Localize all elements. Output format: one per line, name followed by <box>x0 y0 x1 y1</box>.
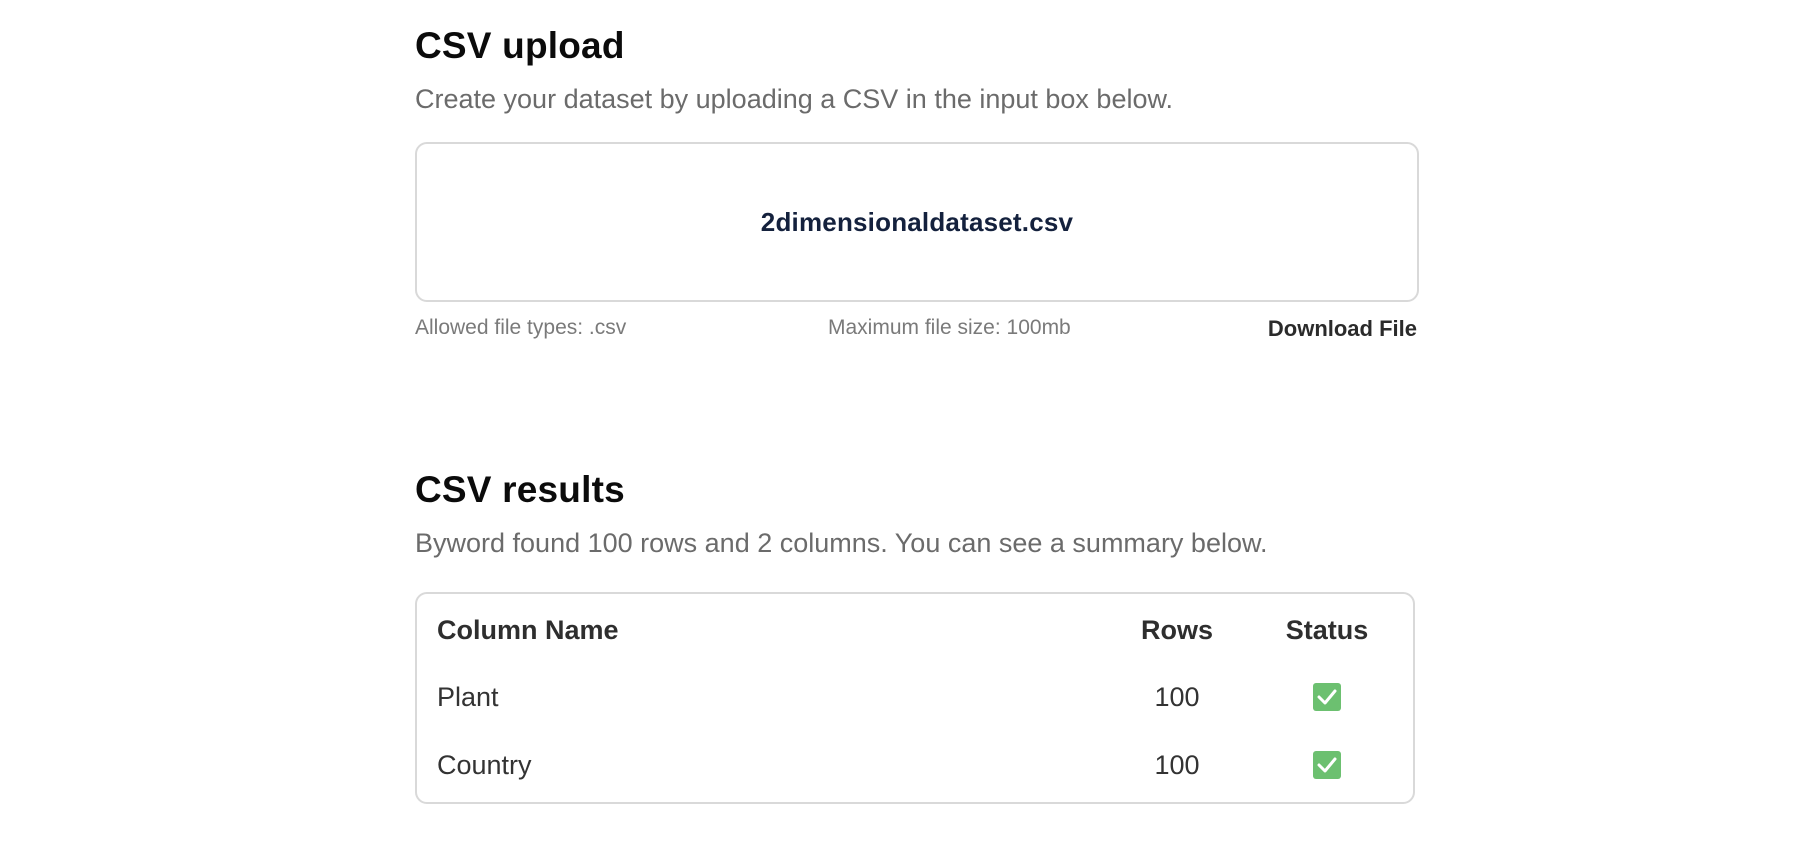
table-row: Plant 100 <box>417 677 1413 717</box>
row-column-name: Plant <box>437 682 499 712</box>
row-status <box>1257 745 1397 785</box>
uploaded-filename: 2dimensionaldataset.csv <box>760 206 1074 237</box>
table-row: Country 100 <box>417 745 1413 785</box>
row-count: 100 <box>1154 682 1200 712</box>
upload-footer: Allowed file types: .csv Maximum file si… <box>415 316 1417 346</box>
row-count: 100 <box>1154 750 1200 780</box>
row-status <box>1257 677 1397 717</box>
column-name-header: Column Name <box>437 615 619 645</box>
csv-dropzone[interactable]: 2dimensionaldataset.csv <box>415 142 1419 302</box>
results-title: CSV results <box>415 469 625 510</box>
row-column-name: Country <box>437 750 532 780</box>
results-description: Byword found 100 rows and 2 columns. You… <box>415 528 1268 558</box>
csv-results-section: CSV results Byword found 100 rows and 2 … <box>415 466 1417 804</box>
check-icon <box>1313 750 1341 779</box>
csv-upload-section: CSV upload Create your dataset by upload… <box>415 22 1419 346</box>
max-file-size: Maximum file size: 100mb <box>828 316 1071 339</box>
download-file-link[interactable]: Download File <box>1268 316 1417 342</box>
table-header: Column Name Rows Status <box>417 610 1413 650</box>
page: CSV upload Create your dataset by upload… <box>0 0 1796 846</box>
results-table: Column Name Rows Status Plant 100 Countr… <box>415 592 1415 804</box>
rows-header: Rows <box>1140 615 1213 645</box>
upload-description: Create your dataset by uploading a CSV i… <box>415 84 1173 114</box>
check-icon <box>1313 682 1341 711</box>
allowed-file-types: Allowed file types: .csv <box>415 316 627 339</box>
status-header: Status <box>1285 615 1369 645</box>
upload-title: CSV upload <box>415 25 625 66</box>
